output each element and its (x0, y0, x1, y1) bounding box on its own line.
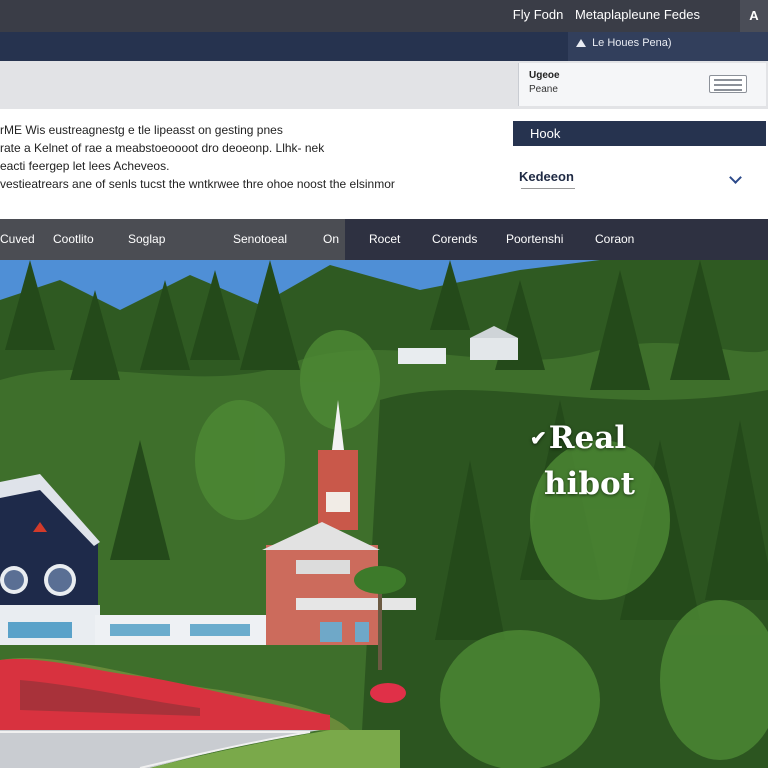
book-button[interactable]: Hook (513, 121, 766, 146)
hero-title-line-2: hibot (544, 466, 635, 502)
top-links: Fly Fodn Metaplapleune Fedes (505, 7, 700, 22)
nav-item-6[interactable]: Rocet (369, 232, 400, 246)
intro-line: eacti feergep let lees Acheveos. (0, 159, 170, 173)
top-bar: Fly Fodn Metaplapleune Fedes A (0, 0, 768, 32)
info-line-1: Ugeoe (529, 70, 560, 81)
destination-select[interactable]: Kedeeon (513, 157, 766, 207)
top-link-1[interactable]: Fly Fodn (513, 7, 564, 22)
select-underline (521, 188, 575, 189)
chevron-down-icon[interactable] (729, 171, 742, 184)
nav-item-3[interactable]: Soglap (128, 232, 165, 246)
intro-line: vestieatrears ane of senls tucst the wnt… (0, 177, 395, 191)
intro-section: rME Wis eustreagnestg e tle lipeasst on … (0, 109, 768, 219)
card-icon (709, 75, 747, 93)
nav-item-7[interactable]: Corends (432, 232, 477, 246)
main-nav-left (0, 219, 345, 260)
info-box[interactable]: Ugeoe Peane (518, 63, 766, 106)
language-dropdown-label: Le Houes Pena) (592, 37, 672, 49)
nav-item-4[interactable]: Senotoeal (233, 232, 287, 246)
triangle-up-icon (576, 39, 586, 47)
hero-image: ✔Real hibot (0, 260, 768, 768)
hero-title-line-1: Real (548, 420, 627, 456)
nav-item-5[interactable]: On (323, 232, 339, 246)
top-link-2[interactable]: Metaplapleune Fedes (575, 7, 700, 22)
main-nav: Cuved Cootlito Soglap Senotoeal On Rocet… (0, 219, 768, 260)
hero-scene (0, 260, 768, 768)
language-dropdown[interactable]: Le Houes Pena) (568, 32, 768, 61)
nav-item-9[interactable]: Coraon (595, 232, 634, 246)
intro-line: rate a Kelnet of rae a meabstoeoooot dro… (0, 141, 325, 155)
secondary-bar: Le Houes Pena) (0, 32, 768, 61)
select-value: Kedeeon (519, 169, 574, 184)
intro-text: rME Wis eustreagnestg e tle lipeasst on … (0, 121, 470, 193)
nav-item-2[interactable]: Cootlito (53, 232, 94, 246)
account-icon[interactable]: A (740, 0, 768, 32)
nav-item-8[interactable]: Poortenshi (506, 232, 563, 246)
check-icon: ✔ (530, 426, 547, 450)
info-line-2: Peane (529, 84, 558, 95)
hero-title: ✔Real hibot (530, 415, 635, 507)
nav-item-1[interactable]: Cuved (0, 232, 35, 246)
intro-line: rME Wis eustreagnestg e tle lipeasst on … (0, 123, 283, 137)
